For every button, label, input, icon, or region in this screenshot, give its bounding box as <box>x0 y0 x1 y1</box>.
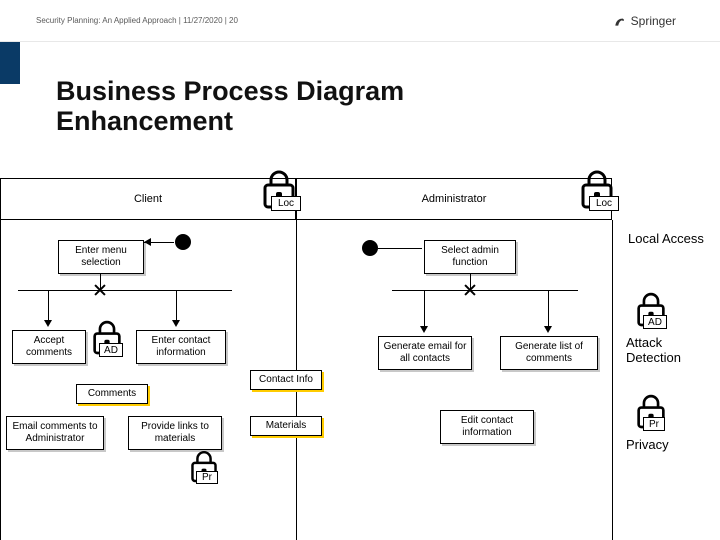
publisher-name: Springer <box>631 14 676 28</box>
gateway-client <box>94 284 106 296</box>
data-materials: Materials <box>250 416 322 436</box>
task-select-admin: Select admin function <box>424 240 516 274</box>
springer-horse-icon <box>613 14 627 28</box>
slide-header: Security Planning: An Applied Approach |… <box>0 0 720 42</box>
lock-tag-pr-client: Pr <box>196 471 218 484</box>
task-enter-contact: Enter contact information <box>136 330 226 364</box>
lock-tag-admin: Loc <box>589 196 619 211</box>
task-provide-links: Provide links to materials <box>128 416 222 450</box>
lock-tag-client: Loc <box>271 196 301 211</box>
legend-privacy: Privacy <box>626 438 669 453</box>
task-accept-comments: Accept comments <box>12 330 86 364</box>
task-edit-contact: Edit contact information <box>440 410 534 444</box>
breadcrumb: Security Planning: An Applied Approach |… <box>36 16 238 25</box>
accent-bar <box>0 42 20 84</box>
lane-admin: Administrator <box>296 178 612 220</box>
task-generate-list: Generate list of comments <box>500 336 598 370</box>
legend-attack-detection: Attack Detection <box>626 336 720 366</box>
legend-local-access: Local Access <box>628 232 704 247</box>
lock-tag-legend-pr: Pr <box>643 417 665 431</box>
start-event-admin <box>362 240 378 256</box>
bp-diagram: Client Administrator Loc Loc Enter menu … <box>0 178 720 540</box>
task-email-admin: Email comments to Administrator <box>6 416 104 450</box>
data-comments: Comments <box>76 384 148 404</box>
task-generate-email: Generate email for all contacts <box>378 336 472 370</box>
slide-title: Business Process Diagram Enhancement <box>56 76 404 136</box>
lock-tag-legend-ad: AD <box>643 315 667 329</box>
data-contact-info: Contact Info <box>250 370 322 390</box>
lane-divider-right <box>612 220 613 540</box>
lane-client: Client <box>0 178 296 220</box>
start-event-client <box>175 234 191 250</box>
gateway-admin <box>464 284 476 296</box>
lane-divider-left <box>0 220 1 540</box>
publisher-logo: Springer <box>613 14 676 28</box>
lock-tag-ad-client: AD <box>99 343 123 357</box>
task-enter-menu: Enter menu selection <box>58 240 144 274</box>
